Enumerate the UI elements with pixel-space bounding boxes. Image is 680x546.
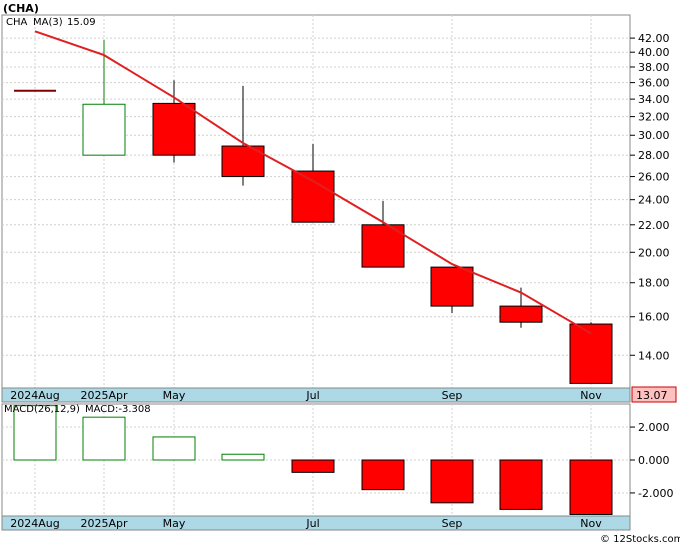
price-tick-label: 40.00 [638,46,670,59]
macd-bar [499,459,543,510]
date-label: Nov [580,389,602,402]
chart-title: (CHA) [3,2,39,15]
macd-value-label: MACD:-3.308 [85,404,151,415]
price-tick-label: 34.00 [638,93,670,106]
macd-tick-label: 0.000 [638,454,670,467]
price-tick-label: 16.00 [638,311,670,324]
price-tick-label: 32.00 [638,111,670,124]
price-tick-label: 26.00 [638,171,670,184]
price-tick-label: 14.00 [638,349,670,362]
date-label: 2025Apr [80,517,128,530]
candle-body [82,103,126,156]
candle-body [152,102,196,156]
price-tick-label: 22.00 [638,219,670,232]
date-label: Jul [305,389,319,402]
macd-bar [82,416,126,461]
ma-label: MA(3) [33,17,63,28]
macd-bar [221,453,265,461]
candle-body [291,170,335,223]
date-label: Sep [442,517,463,530]
macd-tick-label: 2.000 [638,421,670,434]
macd-bar [569,459,613,515]
last-price-value: 13.07 [636,389,668,402]
watermark: © 12Stocks.com [600,534,680,545]
date-label: 2025Apr [80,389,128,402]
date-label: 2024Aug [10,389,59,402]
macd-bar [361,459,405,491]
macd-tick-label: -2.000 [638,487,673,500]
date-label: May [163,517,186,530]
price-axis-ticks: 14.00 16.00 18.00 20.00 22.00 24.00 26.00 28.00… [630,32,670,362]
macd-label: MACD(26,12,9) [4,404,80,415]
price-tick-label: 20.00 [638,246,670,259]
macd-axis-ticks: 2.000 0.000 -2.000 [630,421,673,500]
price-tick-label: 18.00 [638,277,670,290]
price-tick-label: 24.00 [638,194,670,207]
price-tick-label: 36.00 [638,77,670,90]
price-tick-label: 28.00 [638,149,670,162]
symbol-label: CHA [6,17,28,28]
stock-chart: (CHA) 14.00 16.00 18.00 20.00 22.00 24.00 26.0… [1,2,680,545]
candle-body [430,266,474,307]
date-label: Sep [442,389,463,402]
macd-bar [291,459,335,473]
macd-bar [152,436,196,461]
price-tick-label: 30.00 [638,129,670,142]
price-tick-label: 42.00 [638,32,670,45]
date-label: Jul [305,517,319,530]
date-label: 2024Aug [10,517,59,530]
price-tick-label: 38.00 [638,61,670,74]
ma-value: 15.09 [67,17,96,28]
macd-bar [430,459,474,504]
date-label: May [163,389,186,402]
date-label: Nov [580,517,602,530]
candle-body [499,305,543,323]
